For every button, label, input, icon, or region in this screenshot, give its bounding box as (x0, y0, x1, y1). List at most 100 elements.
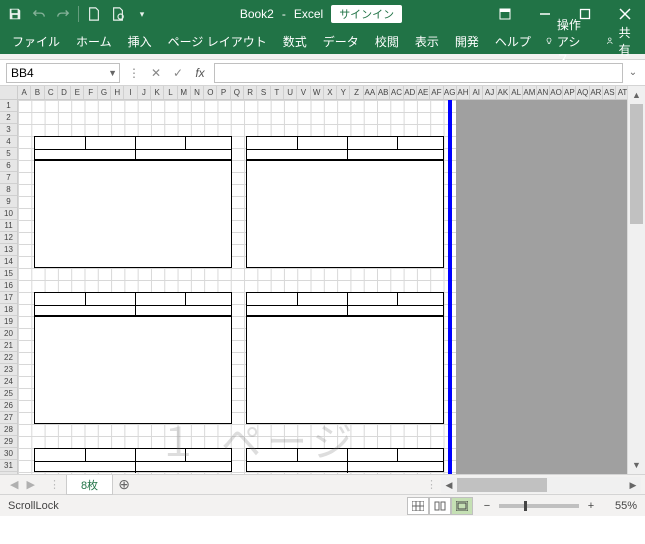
qat-customize-icon[interactable]: ▾ (131, 3, 153, 25)
column-header[interactable]: AD (404, 86, 417, 99)
row-header[interactable]: 28 (0, 424, 17, 436)
row-header[interactable]: 11 (0, 220, 17, 232)
scroll-right-icon[interactable]: ▶ (625, 477, 641, 493)
row-headers[interactable]: 1234567891011121314151617181920212223242… (0, 100, 18, 474)
column-headers[interactable]: ABCDEFGHIJKLMNOPQRSTUVWXYZAAABACADAEAFAG… (18, 86, 627, 100)
row-header[interactable]: 26 (0, 400, 17, 412)
page-break-line[interactable] (448, 100, 452, 474)
column-header[interactable]: R (244, 86, 257, 99)
row-header[interactable]: 30 (0, 448, 17, 460)
column-header[interactable]: E (71, 86, 84, 99)
vertical-scrollbar[interactable]: ▲ ▼ (627, 86, 645, 474)
column-header[interactable]: S (257, 86, 270, 99)
row-header[interactable]: 17 (0, 292, 17, 304)
row-header[interactable]: 19 (0, 316, 17, 328)
formula-more-icon[interactable]: ⋮ (124, 63, 144, 83)
row-header[interactable]: 18 (0, 304, 17, 316)
row-header[interactable]: 12 (0, 232, 17, 244)
zoom-out-icon[interactable]: − (481, 500, 493, 512)
column-header[interactable]: Q (231, 86, 244, 99)
zoom-slider[interactable] (499, 504, 579, 508)
ribbon-display-icon[interactable] (485, 0, 525, 28)
name-box[interactable]: BB4 ▼ (6, 63, 120, 83)
column-header[interactable]: AE (417, 86, 430, 99)
insert-function-icon[interactable]: fx (190, 63, 210, 83)
column-header[interactable]: T (271, 86, 284, 99)
column-header[interactable]: AT (616, 86, 627, 99)
row-header[interactable]: 20 (0, 328, 17, 340)
column-header[interactable]: U (284, 86, 297, 99)
column-header[interactable]: L (164, 86, 177, 99)
tab-developer[interactable]: 開発 (447, 29, 487, 54)
row-header[interactable]: 27 (0, 412, 17, 424)
hscroll-thumb[interactable] (457, 478, 547, 492)
column-header[interactable]: X (324, 86, 337, 99)
column-header[interactable]: AL (510, 86, 523, 99)
row-header[interactable]: 29 (0, 436, 17, 448)
column-header[interactable]: K (151, 86, 164, 99)
column-header[interactable]: A (18, 86, 31, 99)
column-header[interactable]: P (217, 86, 230, 99)
column-header[interactable]: AQ (576, 86, 589, 99)
save-icon[interactable] (4, 3, 26, 25)
column-header[interactable]: N (191, 86, 204, 99)
row-header[interactable]: 7 (0, 172, 17, 184)
column-header[interactable]: AB (377, 86, 390, 99)
column-header[interactable]: AG (444, 86, 457, 99)
row-header[interactable]: 25 (0, 388, 17, 400)
zoom-thumb[interactable] (524, 501, 527, 511)
scroll-up-icon[interactable]: ▲ (628, 86, 645, 104)
new-sheet-icon[interactable]: ⊕ (113, 476, 135, 493)
column-header[interactable]: J (138, 86, 151, 99)
column-header[interactable]: F (84, 86, 97, 99)
column-header[interactable]: AO (550, 86, 563, 99)
row-header[interactable]: 23 (0, 364, 17, 376)
name-box-dropdown-icon[interactable]: ▼ (108, 68, 117, 78)
row-header[interactable]: 8 (0, 184, 17, 196)
column-header[interactable]: AH (457, 86, 470, 99)
row-header[interactable]: 24 (0, 376, 17, 388)
tab-page-layout[interactable]: ページ レイアウト (160, 29, 275, 54)
column-header[interactable]: AC (390, 86, 403, 99)
sheet-nav-more-icon[interactable]: ⋮ (45, 478, 64, 491)
column-header[interactable]: M (178, 86, 191, 99)
row-header[interactable]: 10 (0, 208, 17, 220)
column-header[interactable]: Z (350, 86, 363, 99)
column-header[interactable]: G (98, 86, 111, 99)
cancel-icon[interactable]: ✕ (146, 63, 166, 83)
column-header[interactable]: AK (497, 86, 510, 99)
row-header[interactable]: 3 (0, 124, 17, 136)
hscroll-more-icon[interactable]: ⋮ (422, 478, 441, 491)
tab-home[interactable]: ホーム (68, 29, 120, 54)
zoom-in-icon[interactable]: + (585, 500, 597, 512)
column-header[interactable]: V (297, 86, 310, 99)
row-header[interactable]: 21 (0, 340, 17, 352)
page-break-view-icon[interactable] (451, 497, 473, 515)
sign-in-button[interactable]: サインイン (331, 5, 402, 23)
column-header[interactable]: AN (537, 86, 550, 99)
column-header[interactable]: AA (364, 86, 377, 99)
tell-me-button[interactable]: 操作アシス (539, 16, 597, 67)
enter-icon[interactable]: ✓ (168, 63, 188, 83)
column-header[interactable]: I (124, 86, 137, 99)
column-header[interactable]: B (31, 86, 44, 99)
column-header[interactable]: AF (430, 86, 443, 99)
tab-formulas[interactable]: 数式 (275, 29, 315, 54)
vscroll-track[interactable] (630, 104, 643, 456)
tab-file[interactable]: ファイル (4, 29, 68, 54)
undo-icon[interactable] (28, 3, 50, 25)
row-header[interactable]: 1 (0, 100, 17, 112)
tab-help[interactable]: ヘルプ (487, 29, 539, 54)
tab-insert[interactable]: 挿入 (120, 29, 160, 54)
column-header[interactable]: AM (523, 86, 536, 99)
column-header[interactable]: AP (563, 86, 576, 99)
select-all-triangle[interactable] (0, 86, 18, 100)
cell-grid[interactable]: １ ページ (18, 100, 627, 474)
row-header[interactable]: 15 (0, 268, 17, 280)
tab-view[interactable]: 表示 (407, 29, 447, 54)
vscroll-thumb[interactable] (630, 104, 643, 224)
column-header[interactable]: AS (603, 86, 616, 99)
share-button[interactable]: 共有 (599, 24, 641, 58)
normal-view-icon[interactable] (407, 497, 429, 515)
column-header[interactable]: AR (590, 86, 603, 99)
